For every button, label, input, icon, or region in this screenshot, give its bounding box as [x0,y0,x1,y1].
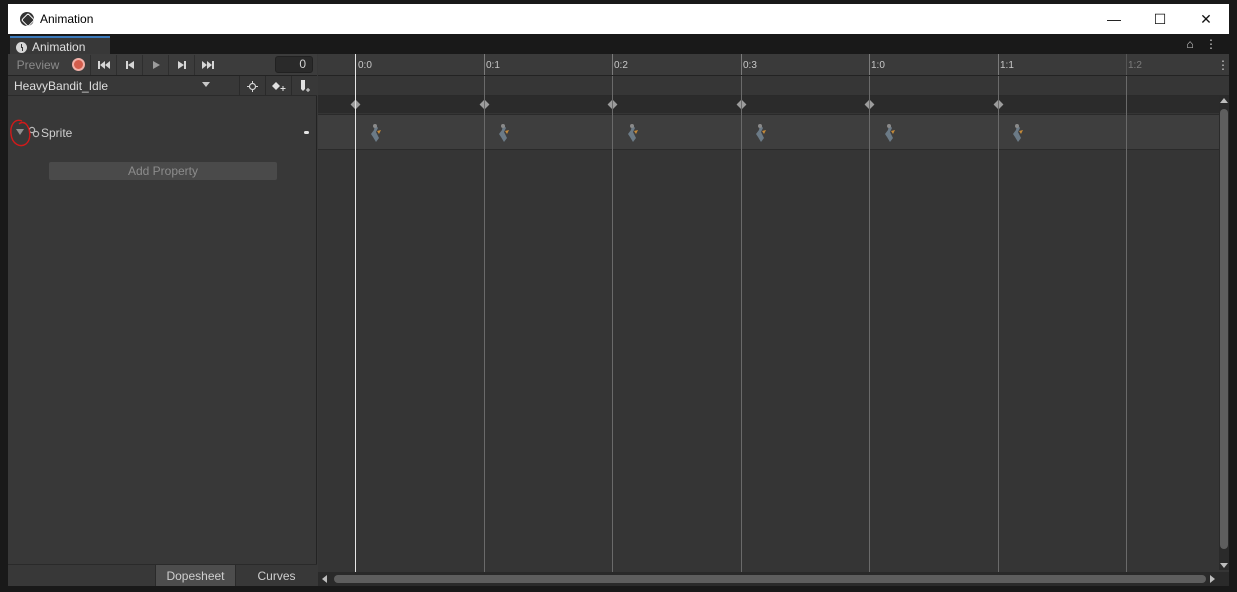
preview-button[interactable]: Preview [10,55,66,75]
clip-dropdown[interactable]: HeavyBandit_Idle [10,77,216,95]
last-key-button[interactable] [194,54,220,75]
event-track[interactable] [318,76,1229,96]
prev-key-icon [125,60,134,69]
scrollbar-thumb[interactable] [1220,109,1228,549]
record-icon [71,58,85,71]
sprite-keyframe-thumbnail[interactable] [366,122,384,144]
window-title: Animation [40,12,94,26]
first-key-button[interactable] [90,54,116,75]
scroll-up-icon[interactable] [1220,98,1228,103]
ruler-tick [612,54,613,75]
sprite-keyframe-thumbnail[interactable] [1008,122,1026,144]
sprite-keyframe-thumbnail[interactable] [623,122,641,144]
ruler-tick [1126,54,1127,75]
scroll-down-icon[interactable] [1220,563,1228,568]
prev-key-button[interactable] [116,54,142,75]
ruler-tick [484,54,485,75]
ruler-tick [741,54,742,75]
tab-label: Animation [32,40,86,54]
tab-tools[interactable]: ⌂ ⋮ [1186,37,1221,51]
add-keyframe-button[interactable] [265,76,291,96]
minimize-button[interactable]: — [1091,4,1137,34]
playback-toolbar: Preview 0 [8,54,317,76]
frame-gridline [484,76,485,586]
tab-dopesheet[interactable]: Dopesheet [155,565,236,586]
add-event-button[interactable] [291,76,317,96]
frame-field[interactable]: 0 [275,56,313,73]
sprite-keyframe-track[interactable] [318,114,1221,150]
ruler-tick [998,54,999,75]
sprite-keyframe-thumbnail[interactable] [494,122,512,144]
play-button[interactable] [142,54,168,75]
filter-by-selection-button[interactable] [239,76,265,96]
frame-gridline [998,76,999,586]
ruler-label: 0:1 [486,60,500,71]
next-key-button[interactable] [168,54,194,75]
sprite-keyframe-thumbnail[interactable] [751,122,769,144]
ruler-label: 0:3 [743,60,757,71]
horizontal-scrollbar[interactable] [318,572,1229,586]
first-key-icon [97,60,110,69]
frame-gridline [1126,76,1127,586]
red-circle-annotation [10,119,31,147]
frame-gridline [741,76,742,586]
scroll-right-icon[interactable] [1210,575,1215,583]
property-label: Sprite [41,126,73,140]
ruler-label: 1:0 [871,60,885,71]
ruler-tick [869,54,870,75]
title-bar: Animation — ☐ ✕ [8,4,1229,34]
clock-icon [16,41,27,53]
time-ruler[interactable]: 0:0 0:1 0:2 0:3 1:0 1:1 1:2 ⋮ [318,54,1229,76]
last-key-icon [201,60,214,69]
clip-tools [239,76,317,96]
add-property-button[interactable]: Add Property [49,162,277,180]
sprite-keyframe-thumbnail[interactable] [880,122,898,144]
ruler-label: 1:1 [1000,60,1014,71]
property-row-sprite[interactable]: Sprite [8,116,317,150]
clip-name: HeavyBandit_Idle [14,78,109,93]
scrollbar-thumb[interactable] [334,575,1206,583]
app-frame: Animation — ☐ ✕ Animation ⌂ ⋮ Preview 0 … [0,0,1237,592]
unity-icon [20,12,34,26]
animation-panel: Preview 0 HeavyBandit_Idle Sprite Add Pr… [8,54,1229,586]
add-keyframe-icon [271,81,285,91]
crosshair-icon [247,80,258,92]
close-button[interactable]: ✕ [1183,4,1229,34]
summary-keyframe-track[interactable] [318,96,1221,113]
scroll-left-icon[interactable] [322,575,327,583]
add-event-icon [300,80,310,92]
ruler-label: 1:2 [1128,60,1142,71]
chevron-down-icon [202,81,210,87]
next-key-icon [177,60,186,69]
vertical-scrollbar[interactable] [1219,96,1229,570]
ruler-label: 0:0 [358,60,372,71]
more-options-icon[interactable]: ⋮ [1217,54,1229,76]
hierarchy-panel: Preview 0 HeavyBandit_Idle Sprite Add Pr… [8,54,317,586]
maximize-button[interactable]: ☐ [1137,4,1183,34]
dopesheet-timeline[interactable]: 0:0 0:1 0:2 0:3 1:0 1:1 1:2 ⋮ [318,54,1229,586]
tab-row: Animation ⌂ ⋮ [8,34,1229,56]
play-icon [152,60,160,69]
playhead[interactable] [355,54,356,572]
tab-curves[interactable]: Curves [237,565,316,586]
property-options-icon[interactable] [304,131,309,134]
view-mode-tabs: Dopesheet Curves [8,564,317,586]
clip-row: HeavyBandit_Idle [8,76,317,96]
frame-gridline [612,76,613,586]
record-button[interactable] [66,55,90,75]
window-controls: — ☐ ✕ [1091,4,1229,34]
tab-animation[interactable]: Animation [10,36,110,56]
ruler-label: 0:2 [614,60,628,71]
frame-gridline [869,76,870,586]
